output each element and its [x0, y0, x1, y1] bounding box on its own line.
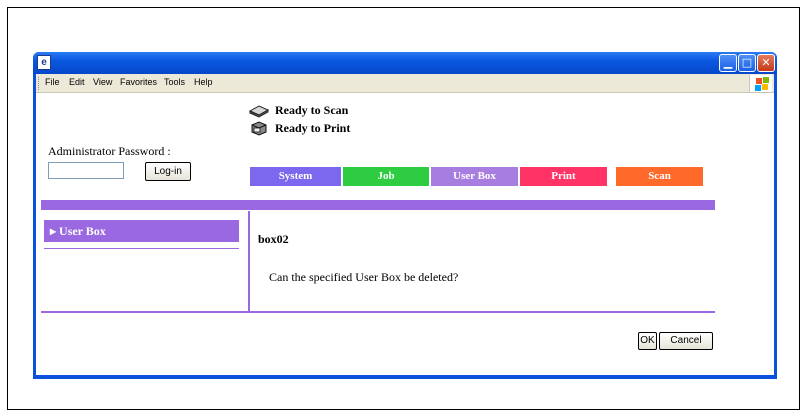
toolbar-grip-icon — [38, 77, 41, 90]
menu-edit[interactable]: Edit — [69, 77, 85, 87]
menu-view[interactable]: View — [93, 77, 112, 87]
title-bar: e ▁ □ ✕ — [33, 52, 777, 74]
menu-tools[interactable]: Tools — [164, 77, 185, 87]
sidebar-item-user-box[interactable]: ▸ User Box — [44, 220, 239, 242]
tab-print[interactable]: Print — [520, 167, 607, 186]
footer-divider — [41, 311, 715, 313]
windows-logo-icon — [749, 75, 772, 92]
ok-button[interactable]: OK — [638, 332, 657, 350]
ie-app-icon: e — [37, 55, 51, 70]
tab-job[interactable]: Job — [343, 167, 429, 186]
menu-favorites[interactable]: Favorites — [120, 77, 157, 87]
browser-window: e ▁ □ ✕ File Edit View Favorites Tools H… — [33, 52, 777, 379]
minimize-button[interactable]: ▁ — [719, 54, 737, 72]
admin-password-label: Administrator Password : — [48, 144, 171, 158]
print-status: Ready to Print — [249, 119, 350, 137]
printer-icon — [251, 121, 267, 136]
vertical-divider — [248, 211, 250, 312]
admin-password-input[interactable] — [48, 162, 124, 179]
scanner-icon — [249, 105, 269, 118]
menu-bar: File Edit View Favorites Tools Help — [36, 74, 774, 93]
print-status-text: Ready to Print — [275, 120, 351, 135]
menu-file[interactable]: File — [45, 77, 60, 87]
tab-user-box[interactable]: User Box — [431, 167, 518, 186]
box-name: box02 — [258, 232, 289, 246]
delete-confirmation-text: Can the specified User Box be deleted? — [269, 270, 459, 284]
sidebar-item-label: ▸ User Box — [50, 224, 106, 238]
tab-scan[interactable]: Scan — [616, 167, 703, 186]
sidebar-divider — [44, 248, 239, 249]
maximize-button[interactable]: □ — [738, 54, 756, 72]
menu-help[interactable]: Help — [194, 77, 213, 87]
cancel-button[interactable]: Cancel — [659, 332, 713, 350]
close-button[interactable]: ✕ — [757, 54, 775, 72]
header-divider-bar — [41, 200, 715, 210]
scan-status-text: Ready to Scan — [275, 102, 349, 117]
login-button[interactable]: Log-in — [145, 162, 191, 181]
tab-system[interactable]: System — [250, 167, 341, 186]
scan-status: Ready to Scan — [249, 101, 348, 119]
page-content: Ready to Scan Ready to Print Administrat… — [36, 93, 774, 375]
